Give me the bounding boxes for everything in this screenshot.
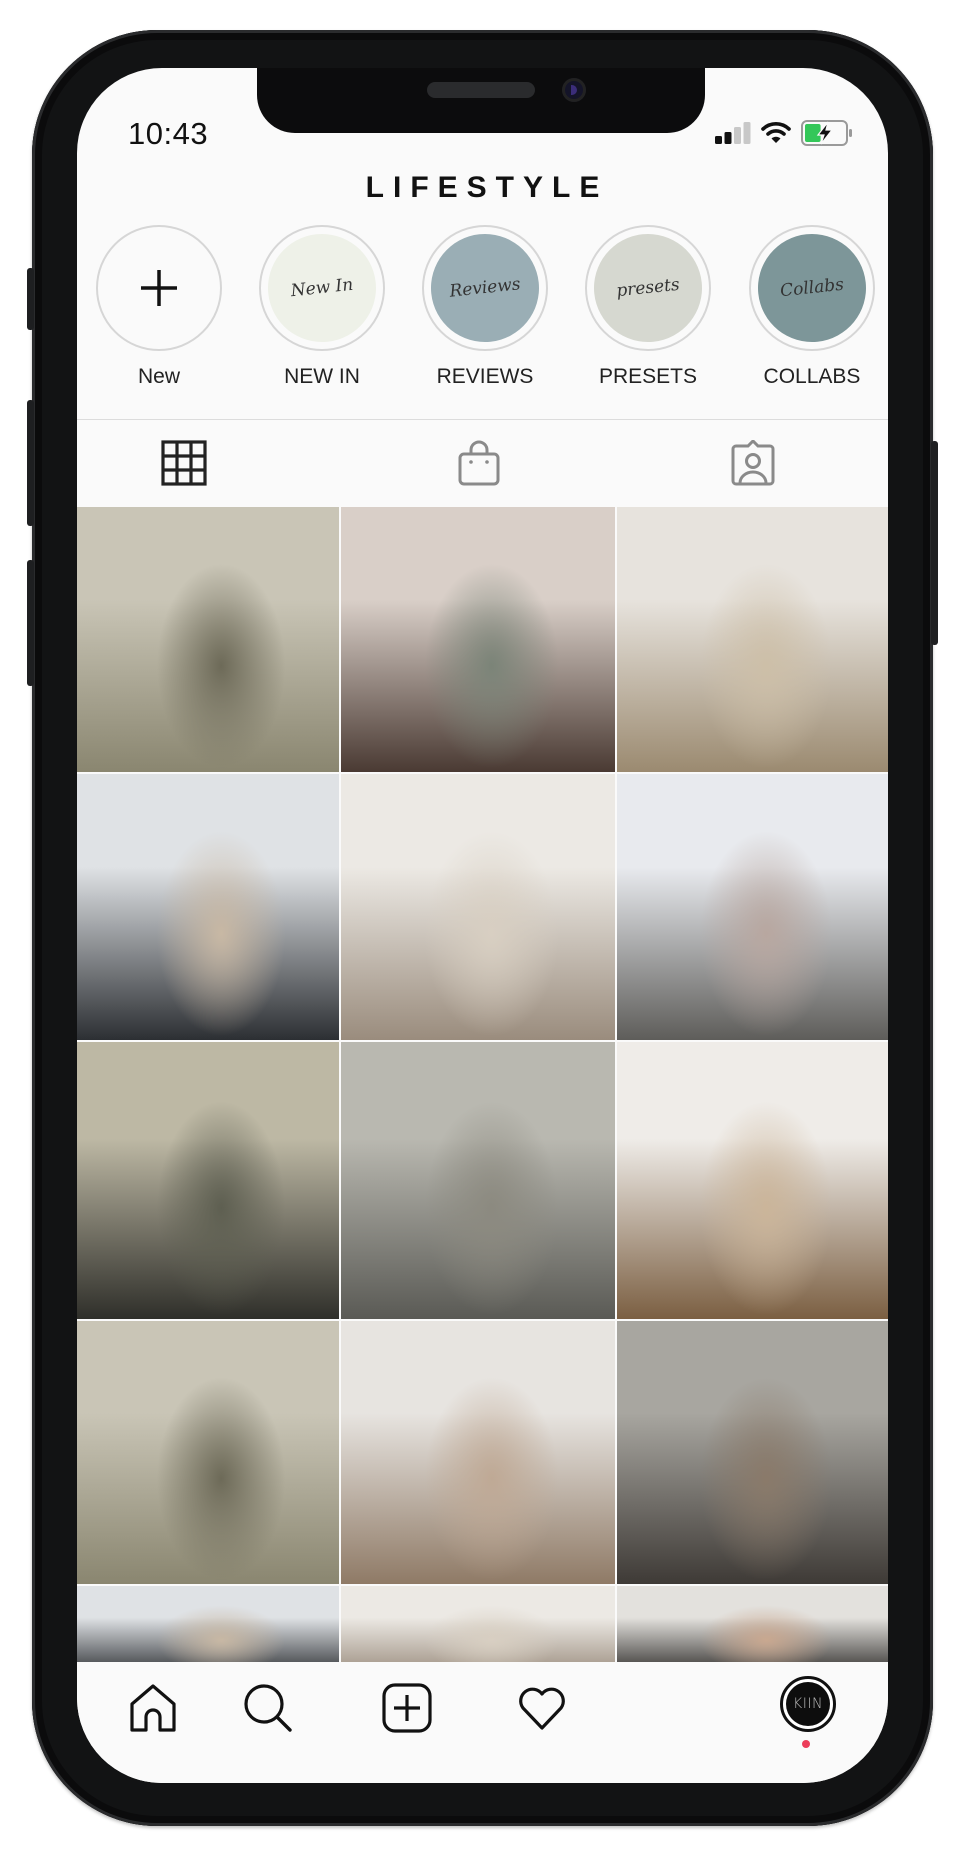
highlight-label: COLLABS [763,365,861,388]
tab-tagged[interactable] [730,438,776,486]
highlight-collabs[interactable]: Collabs COLLABS [747,225,877,389]
status-icons [715,120,853,146]
highlight-cover: New In [262,228,382,348]
profile-title: LIFESTYLE [365,171,609,204]
phone-screen: 10:43 LIFESTYLE New New In NEW IN Review… [77,68,888,1783]
highlight-new[interactable]: New [94,225,224,389]
highlight-cover: Reviews [425,228,545,348]
avatar: KIIN [786,1682,830,1726]
nav-create-button[interactable] [381,1682,433,1734]
new-highlight-button[interactable] [96,225,222,351]
highlight-cover: presets [588,228,708,348]
highlight-cover-text: presets [615,274,681,302]
tab-shop[interactable] [456,440,502,486]
nav-home-button[interactable] [127,1682,179,1734]
post-thumbnail[interactable] [77,1321,339,1584]
earpiece-speaker [427,82,535,98]
tagged-user-icon [731,438,775,486]
status-time: 10:43 [128,116,209,151]
highlight-cover-text: Collabs [779,274,845,302]
highlight-cover-text: Reviews [448,274,522,302]
nav-search-button[interactable] [242,1682,294,1734]
post-thumbnail[interactable] [617,1042,888,1319]
post-thumbnail[interactable] [341,774,615,1040]
highlight-label: NEW IN [284,365,360,388]
home-icon [130,1684,176,1732]
post-thumbnail[interactable] [617,1321,888,1584]
highlight-label: PRESETS [598,365,698,388]
grid-icon [161,440,207,486]
posts-grid [77,507,888,1676]
post-thumbnail[interactable] [77,507,339,772]
heart-icon [519,1687,565,1730]
highlight-new-in[interactable]: New In NEW IN [257,225,387,389]
post-thumbnail[interactable] [617,774,888,1040]
wifi-icon [761,122,791,143]
notch [257,68,705,133]
post-thumbnail[interactable] [341,1321,615,1584]
section-divider [77,419,888,420]
post-thumbnail[interactable] [77,774,339,1040]
highlight-cover: Collabs [752,228,872,348]
plus-icon [141,270,177,306]
highlight-label: REVIEWS [436,365,534,388]
highlight-label: New [137,365,180,388]
nav-profile-avatar[interactable]: KIIN [780,1676,836,1732]
cellular-signal-icon [715,122,751,144]
add-post-icon [382,1683,432,1733]
shopping-bag-icon [458,440,500,486]
volume-up-button [27,400,34,526]
bottom-navigation: KIIN [77,1662,888,1783]
tab-posts-grid[interactable] [161,440,207,486]
search-icon [244,1684,292,1732]
post-thumbnail[interactable] [341,1042,615,1319]
notification-dot [802,1740,810,1748]
post-thumbnail[interactable] [341,507,615,772]
highlight-presets[interactable]: presets PRESETS [583,225,713,389]
nav-activity-button[interactable] [516,1682,568,1734]
battery-charging-icon [801,120,852,146]
post-thumbnail[interactable] [77,1042,339,1319]
highlight-cover-text: New In [289,274,355,302]
highlight-reviews[interactable]: Reviews REVIEWS [420,225,550,389]
power-button [931,441,938,645]
volume-down-button [27,560,34,686]
front-camera [562,78,586,102]
mute-switch [27,268,34,330]
post-thumbnail[interactable] [617,507,888,772]
